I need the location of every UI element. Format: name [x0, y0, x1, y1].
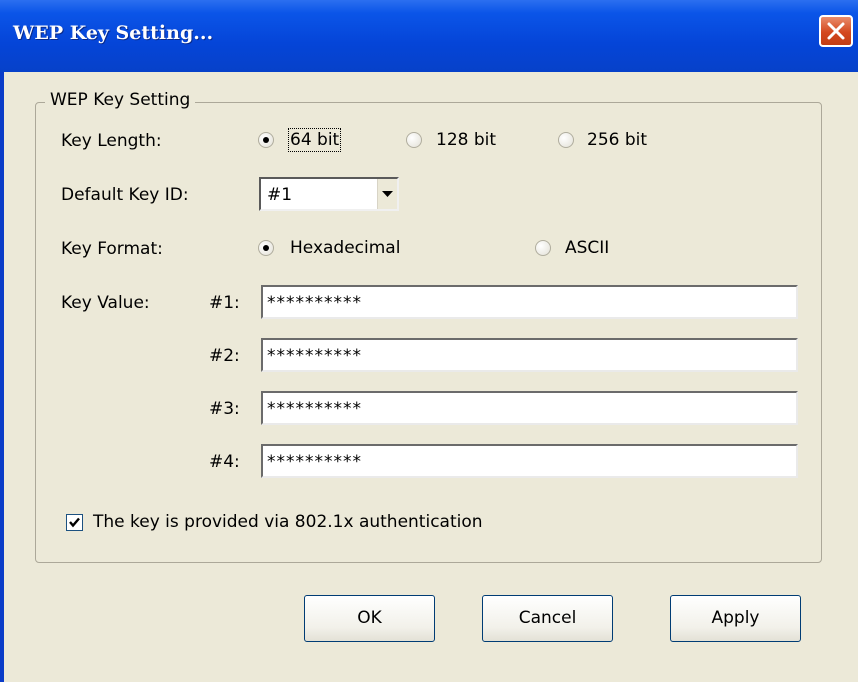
radio-256-bit[interactable] [558, 132, 574, 148]
close-icon [827, 22, 845, 40]
default-key-id-label: Default Key ID: [61, 185, 189, 205]
default-key-id-value: #1 [267, 185, 293, 205]
radio-128-bit[interactable] [406, 132, 422, 148]
key-1-input[interactable]: ********** [261, 285, 798, 319]
key-value-label: Key Value: [61, 293, 150, 313]
key-2-id: #2: [209, 346, 240, 366]
group-legend: WEP Key Setting [45, 90, 196, 110]
radio-ascii[interactable] [535, 240, 551, 256]
radio-64-bit[interactable] [258, 132, 274, 148]
dropdown-button[interactable] [377, 179, 397, 209]
window-title: WEP Key Setting... [13, 22, 214, 44]
key-1-id: #1: [209, 293, 240, 313]
dialog-body: WEP Key Setting Key Length: 64 bit 128 b… [4, 72, 858, 682]
auth-checkbox[interactable] [66, 514, 83, 531]
key-4-id: #4: [209, 452, 240, 472]
key-3-input[interactable]: ********** [261, 391, 798, 425]
ok-button[interactable]: OK [304, 595, 435, 642]
radio-128-bit-label[interactable]: 128 bit [436, 130, 496, 150]
cancel-button[interactable]: Cancel [482, 595, 613, 642]
checkmark-icon [69, 517, 80, 528]
radio-256-bit-label[interactable]: 256 bit [587, 130, 647, 150]
apply-button[interactable]: Apply [670, 595, 801, 642]
title-bar[interactable]: WEP Key Setting... [0, 0, 858, 72]
radio-hexadecimal-label[interactable]: Hexadecimal [290, 238, 400, 258]
radio-64-bit-label[interactable]: 64 bit [287, 128, 342, 152]
default-key-id-select[interactable]: #1 [259, 177, 399, 211]
close-button[interactable] [819, 15, 853, 47]
auth-checkbox-label[interactable]: The key is provided via 802.1x authentic… [93, 512, 483, 532]
key-2-input[interactable]: ********** [261, 338, 798, 372]
chevron-down-icon [382, 191, 393, 197]
key-length-label: Key Length: [61, 131, 162, 151]
wep-key-setting-group [35, 102, 822, 563]
radio-hexadecimal[interactable] [258, 240, 274, 256]
key-3-id: #3: [209, 399, 240, 419]
radio-ascii-label[interactable]: ASCII [565, 238, 609, 258]
key-4-input[interactable]: ********** [261, 444, 798, 478]
dialog-window: WEP Key Setting... WEP Key Setting Key L… [0, 0, 858, 682]
key-format-label: Key Format: [61, 239, 163, 259]
